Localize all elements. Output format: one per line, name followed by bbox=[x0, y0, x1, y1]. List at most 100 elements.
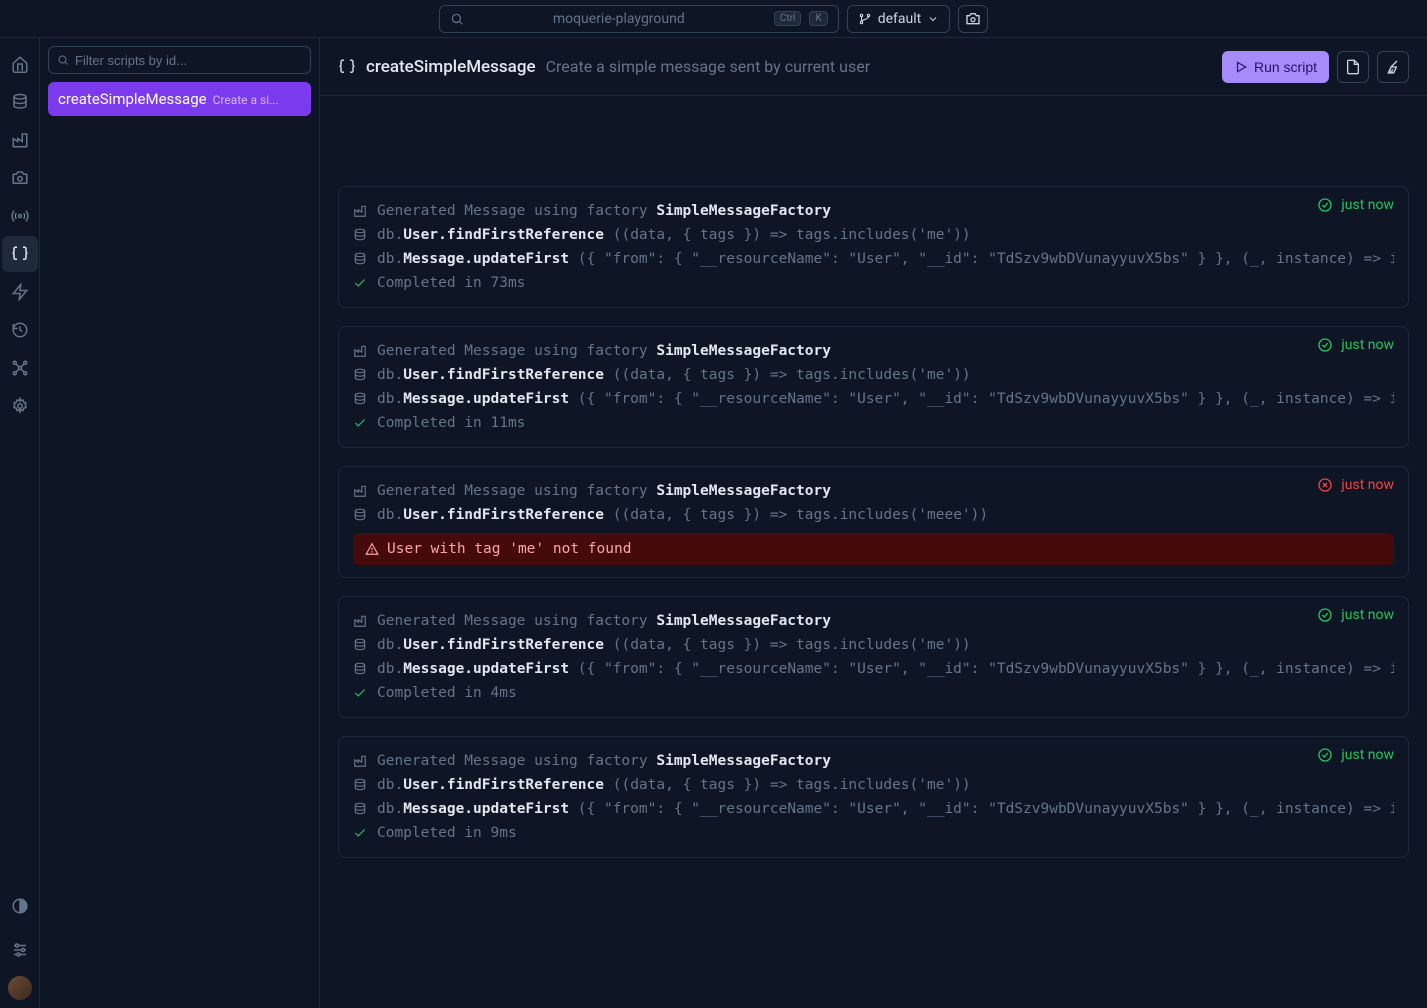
factory-icon bbox=[353, 754, 369, 768]
log-status: just now bbox=[1317, 197, 1394, 213]
factory-icon bbox=[11, 131, 29, 149]
logs-area[interactable]: just nowGenerated Message using factory … bbox=[320, 96, 1427, 1008]
nav-factories[interactable] bbox=[2, 122, 38, 158]
log-completed: Completed in 4ms bbox=[353, 681, 1394, 705]
log-completed: Completed in 11ms bbox=[353, 411, 1394, 435]
log-line: db.Message.updateFirst ({ "from": { "__r… bbox=[353, 797, 1394, 821]
factory-icon bbox=[353, 344, 369, 358]
log-line: Generated Message using factory SimpleMe… bbox=[353, 199, 1394, 223]
check-circle-icon bbox=[1317, 197, 1333, 213]
branch-icon bbox=[858, 12, 872, 26]
open-file-button[interactable] bbox=[1337, 51, 1369, 83]
avatar[interactable] bbox=[8, 976, 32, 1000]
log-card[interactable]: just nowGenerated Message using factory … bbox=[338, 736, 1409, 858]
log-status: just now bbox=[1317, 747, 1394, 763]
broom-icon bbox=[1385, 59, 1401, 75]
factory-icon bbox=[353, 204, 369, 218]
sliders-icon bbox=[11, 941, 29, 959]
nav-database[interactable] bbox=[2, 84, 38, 120]
nav-config[interactable] bbox=[2, 388, 38, 424]
zap-icon bbox=[11, 283, 29, 301]
db-icon bbox=[353, 802, 369, 816]
check-icon bbox=[353, 416, 369, 430]
search-icon bbox=[450, 12, 464, 26]
branch-label: default bbox=[878, 11, 922, 27]
main: createSimpleMessage Create a simple mess… bbox=[320, 38, 1427, 1008]
nav-scripts[interactable] bbox=[2, 236, 38, 272]
search-text: moquerie-playground bbox=[472, 11, 766, 27]
log-card[interactable]: just nowGenerated Message using factory … bbox=[338, 186, 1409, 308]
kbd-k: K bbox=[809, 11, 827, 26]
log-line: Generated Message using factory SimpleMe… bbox=[353, 339, 1394, 363]
main-header: createSimpleMessage Create a simple mess… bbox=[320, 38, 1427, 96]
camera-icon bbox=[11, 169, 29, 187]
icon-sidebar bbox=[0, 38, 40, 1008]
chevron-down-icon bbox=[927, 13, 939, 25]
log-card[interactable]: just nowGenerated Message using factory … bbox=[338, 326, 1409, 448]
nav-snapshots[interactable] bbox=[2, 160, 38, 196]
log-line: db.Message.updateFirst ({ "from": { "__r… bbox=[353, 657, 1394, 681]
db-icon bbox=[353, 228, 369, 242]
x-circle-icon bbox=[1317, 477, 1333, 493]
db-icon bbox=[353, 508, 369, 522]
script-item[interactable]: createSimpleMessage Create a si... bbox=[48, 82, 311, 116]
global-search[interactable]: moquerie-playground Ctrl K bbox=[439, 5, 839, 33]
log-time: just now bbox=[1341, 607, 1394, 623]
nav-home[interactable] bbox=[2, 46, 38, 82]
db-icon bbox=[353, 368, 369, 382]
factory-icon bbox=[353, 484, 369, 498]
log-time: just now bbox=[1341, 747, 1394, 763]
topbar: moquerie-playground Ctrl K default bbox=[0, 0, 1427, 38]
script-item-name: createSimpleMessage bbox=[58, 90, 207, 108]
script-icon bbox=[338, 58, 356, 76]
nav-pubsub[interactable] bbox=[2, 198, 38, 234]
home-icon bbox=[11, 55, 29, 73]
page-desc: Create a simple message sent by current … bbox=[546, 57, 871, 76]
play-icon bbox=[1234, 60, 1248, 74]
log-line: db.User.findFirstReference ((data, { tag… bbox=[353, 363, 1394, 387]
log-error: User with tag 'me' not found bbox=[353, 533, 1394, 565]
check-icon bbox=[353, 276, 369, 290]
db-icon bbox=[353, 638, 369, 652]
log-line: db.User.findFirstReference ((data, { tag… bbox=[353, 633, 1394, 657]
db-icon bbox=[353, 662, 369, 676]
camera-icon bbox=[965, 11, 981, 27]
kbd-ctrl: Ctrl bbox=[774, 11, 802, 26]
search-icon bbox=[57, 54, 69, 66]
nav-history[interactable] bbox=[2, 312, 38, 348]
log-card[interactable]: just nowGenerated Message using factory … bbox=[338, 596, 1409, 718]
log-line: Generated Message using factory SimpleMe… bbox=[353, 749, 1394, 773]
nav-resolvers[interactable] bbox=[2, 274, 38, 310]
run-script-label: Run script bbox=[1254, 59, 1317, 75]
filter-input[interactable] bbox=[75, 53, 302, 68]
filter-input-wrap[interactable] bbox=[48, 46, 311, 74]
log-line: db.User.findFirstReference ((data, { tag… bbox=[353, 503, 1394, 527]
log-line: db.User.findFirstReference ((data, { tag… bbox=[353, 773, 1394, 797]
log-line: db.Message.updateFirst ({ "from": { "__r… bbox=[353, 387, 1394, 411]
nav-theme[interactable] bbox=[2, 888, 38, 924]
nav-settings[interactable] bbox=[2, 932, 38, 968]
log-card[interactable]: just nowGenerated Message using factory … bbox=[338, 466, 1409, 578]
branch-selector[interactable]: default bbox=[847, 5, 951, 33]
log-completed: Completed in 9ms bbox=[353, 821, 1394, 845]
warning-icon bbox=[365, 542, 379, 556]
log-line: Generated Message using factory SimpleMe… bbox=[353, 479, 1394, 503]
run-script-button[interactable]: Run script bbox=[1222, 51, 1329, 83]
log-status: just now bbox=[1317, 477, 1394, 493]
database-icon bbox=[11, 93, 29, 111]
nav-schema[interactable] bbox=[2, 350, 38, 386]
log-time: just now bbox=[1341, 197, 1394, 213]
check-icon bbox=[353, 826, 369, 840]
log-time: just now bbox=[1341, 337, 1394, 353]
log-line: Generated Message using factory SimpleMe… bbox=[353, 609, 1394, 633]
script-list-panel: createSimpleMessage Create a si... bbox=[40, 38, 320, 1008]
script-icon bbox=[11, 245, 29, 263]
file-icon bbox=[1345, 59, 1361, 75]
db-icon bbox=[353, 392, 369, 406]
snapshot-button[interactable] bbox=[958, 5, 988, 33]
db-icon bbox=[353, 778, 369, 792]
check-circle-icon bbox=[1317, 747, 1333, 763]
check-circle-icon bbox=[1317, 337, 1333, 353]
check-icon bbox=[353, 686, 369, 700]
clear-logs-button[interactable] bbox=[1377, 51, 1409, 83]
